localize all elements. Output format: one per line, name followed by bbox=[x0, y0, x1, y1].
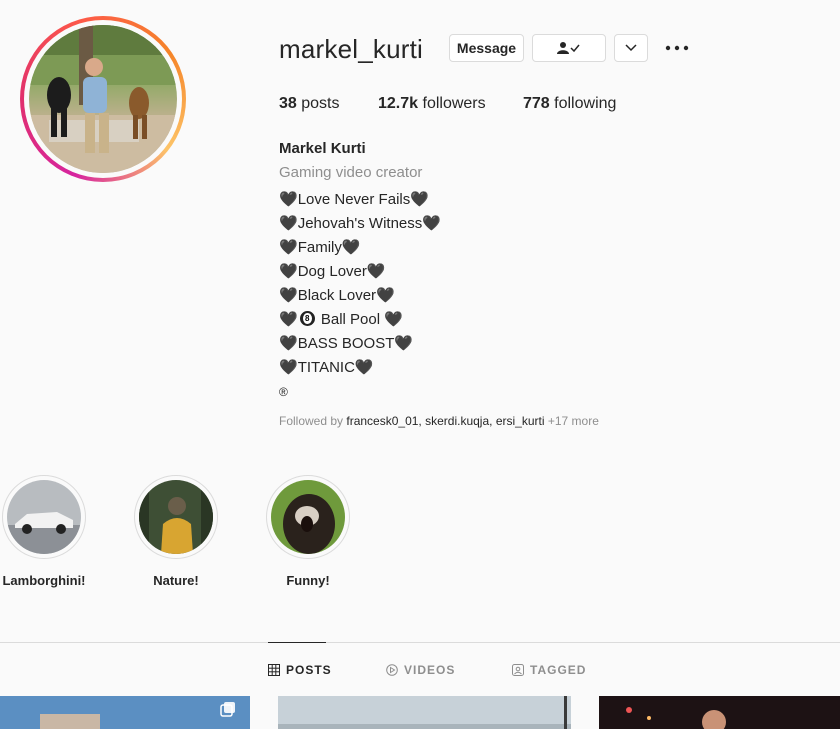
post-thumbnail[interactable] bbox=[599, 696, 840, 729]
tab-label: VIDEOS bbox=[404, 663, 456, 677]
profile-full-name: Markel Kurti bbox=[279, 140, 366, 157]
tab-label: TAGGED bbox=[530, 663, 587, 677]
bio-line: 🖤Love Never Fails🖤 bbox=[279, 188, 441, 212]
more-options-icon[interactable] bbox=[665, 40, 689, 56]
black-heart-icon: 🖤 bbox=[341, 239, 361, 256]
pool-ball-icon bbox=[299, 311, 315, 326]
bio-line: 🖤TITANIC🖤 bbox=[279, 356, 441, 380]
highlight-image bbox=[271, 480, 345, 554]
post-image bbox=[0, 696, 250, 729]
followers-label: followers bbox=[422, 95, 486, 112]
black-heart-icon: 🖤 bbox=[410, 191, 429, 208]
profile-category: Gaming video creator bbox=[279, 164, 423, 181]
bio-line: 🖤Family🖤 bbox=[279, 236, 441, 260]
tab-videos[interactable]: VIDEOS bbox=[386, 663, 455, 677]
followed-by-user[interactable]: francesk0_01 bbox=[346, 414, 418, 428]
bio-text: Jehovah's Witness bbox=[297, 215, 423, 232]
tabs-divider bbox=[0, 642, 840, 643]
bio-line: 🖤Jehovah's Witness🖤 bbox=[279, 212, 441, 236]
highlight-cover bbox=[266, 475, 350, 559]
following-button[interactable] bbox=[532, 34, 606, 62]
black-heart-icon: 🖤 bbox=[279, 263, 298, 280]
post-image bbox=[278, 696, 571, 729]
profile-page: markel_kurti Message 38 posts 12.7k foll… bbox=[0, 0, 840, 729]
profile-bio: 🖤Love Never Fails🖤 🖤Jehovah's Witness🖤 🖤… bbox=[279, 188, 441, 404]
black-heart-icon: 🖤 bbox=[279, 311, 298, 328]
tab-posts[interactable]: POSTS bbox=[268, 663, 332, 677]
highlight-label: Nature! bbox=[153, 573, 199, 588]
suggested-accounts-button[interactable] bbox=[614, 34, 648, 62]
bio-text: Black Lover bbox=[297, 287, 377, 304]
following-label: following bbox=[554, 95, 617, 112]
message-button[interactable]: Message bbox=[449, 34, 524, 62]
black-heart-icon: 🖤 bbox=[366, 263, 386, 280]
tab-label: POSTS bbox=[286, 663, 332, 677]
tab-tagged[interactable]: TAGGED bbox=[512, 663, 586, 677]
black-heart-icon: 🖤 bbox=[354, 359, 374, 376]
bio-text: Ball Pool bbox=[320, 311, 381, 328]
bio-text: Love Never Fails bbox=[297, 191, 411, 208]
bio-text: Dog Lover bbox=[297, 263, 367, 280]
black-heart-icon: 🖤 bbox=[384, 311, 403, 328]
highlight-lamborghini[interactable]: Lamborghini! bbox=[1, 475, 87, 588]
bio-text: TITANIC bbox=[297, 359, 355, 376]
followed-by-user[interactable]: skerdi.kuqja bbox=[425, 414, 489, 428]
black-heart-icon: 🖤 bbox=[279, 215, 298, 232]
highlight-image bbox=[7, 480, 81, 554]
followed-by-prefix: Followed by bbox=[279, 414, 344, 428]
black-heart-icon: 🖤 bbox=[376, 287, 395, 304]
followed-by[interactable]: Followed by francesk0_01, skerdi.kuqja, … bbox=[279, 414, 599, 428]
chevron-down-icon bbox=[625, 44, 637, 52]
followed-by-more: +17 more bbox=[547, 414, 599, 428]
followed-by-user[interactable]: ersi_kurti bbox=[496, 414, 545, 428]
following-link[interactable]: 778 following bbox=[523, 95, 616, 113]
black-heart-icon: 🖤 bbox=[279, 191, 298, 208]
tag-icon bbox=[512, 664, 524, 676]
highlight-cover bbox=[2, 475, 86, 559]
bio-line: 🖤 Ball Pool 🖤 bbox=[279, 308, 441, 332]
highlight-cover bbox=[134, 475, 218, 559]
post-image bbox=[599, 696, 840, 729]
avatar-image bbox=[29, 25, 177, 173]
bio-line: 🖤Dog Lover🖤 bbox=[279, 260, 441, 284]
post-thumbnail[interactable] bbox=[0, 696, 250, 729]
bio-line: 🖤Black Lover🖤 bbox=[279, 284, 441, 308]
registered-mark: ® bbox=[279, 385, 288, 399]
followers-link[interactable]: 12.7k followers bbox=[378, 95, 486, 113]
black-heart-icon: 🖤 bbox=[394, 335, 414, 352]
highlight-label: Funny! bbox=[286, 573, 330, 588]
black-heart-icon: 🖤 bbox=[279, 239, 298, 256]
post-thumbnail[interactable] bbox=[278, 696, 571, 729]
black-heart-icon: 🖤 bbox=[279, 359, 298, 376]
black-heart-icon: 🖤 bbox=[279, 335, 298, 352]
posts-count: 38 bbox=[279, 95, 297, 112]
posts-label: posts bbox=[301, 95, 340, 112]
bio-line: 🖤BASS BOOST🖤 bbox=[279, 332, 441, 356]
highlight-image bbox=[139, 480, 213, 554]
posts-stat: 38 posts bbox=[279, 95, 340, 113]
play-icon bbox=[386, 664, 398, 676]
active-tab-indicator bbox=[268, 642, 326, 643]
following-count: 778 bbox=[523, 95, 550, 112]
black-heart-icon: 🖤 bbox=[422, 215, 441, 232]
person-check-icon bbox=[557, 42, 580, 54]
highlight-label: Lamborghini! bbox=[2, 573, 86, 588]
profile-avatar[interactable] bbox=[20, 16, 186, 182]
followers-count: 12.7k bbox=[378, 95, 419, 112]
highlight-nature[interactable]: Nature! bbox=[133, 475, 219, 588]
grid-icon bbox=[268, 664, 280, 676]
profile-username: markel_kurti bbox=[279, 34, 423, 64]
bio-text: Family bbox=[297, 239, 342, 256]
highlight-funny[interactable]: Funny! bbox=[265, 475, 351, 588]
avatar-photo bbox=[29, 25, 177, 173]
black-heart-icon: 🖤 bbox=[279, 287, 298, 304]
bio-text: BASS BOOST bbox=[297, 335, 395, 352]
